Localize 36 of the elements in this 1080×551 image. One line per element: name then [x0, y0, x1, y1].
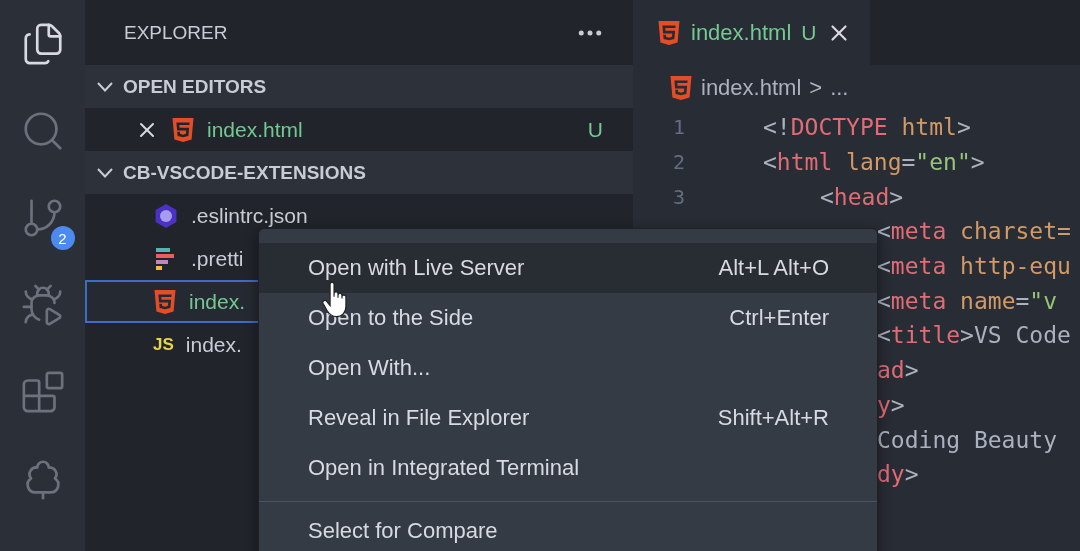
- code-line: y>: [877, 391, 905, 418]
- line-number: 1: [672, 115, 687, 140]
- file-name: .eslintrc.json: [191, 203, 308, 228]
- code-line: <!DOCTYPE html>: [763, 114, 971, 141]
- menu-shortcut: Ctrl+Enter: [729, 305, 829, 331]
- file-name: index.: [185, 332, 242, 357]
- code-line: <title>VS Code: [877, 322, 1071, 349]
- code-line: <meta charset=: [877, 218, 1071, 245]
- section-title: CB-VSCODE-EXTENSIONS: [123, 161, 366, 184]
- file-name: index.: [189, 289, 246, 314]
- menu-shortcut: Shift+Alt+R: [717, 405, 829, 431]
- line-number: 2: [672, 150, 687, 175]
- menu-label: Select for Compare: [308, 518, 498, 544]
- git-status: U: [801, 20, 817, 45]
- file-name: index.html: [207, 117, 303, 142]
- menu-shortcut: Alt+L Alt+O: [718, 255, 829, 281]
- menu-label: Open With...: [308, 355, 431, 381]
- code-line: <html lang="en">: [763, 149, 985, 176]
- code-line: Coding Beauty: [877, 426, 1057, 453]
- line-number: 3: [672, 184, 687, 209]
- code-line: <head>: [820, 183, 904, 210]
- panel-title: EXPLORER: [124, 21, 228, 44]
- menu-label: Open with Live Server: [308, 255, 525, 281]
- code-line: ad>: [877, 357, 919, 384]
- section-title: OPEN EDITORS: [123, 75, 267, 98]
- git-status: U: [587, 117, 603, 142]
- count-badge: 2: [50, 226, 75, 250]
- code-line: dy>: [877, 461, 919, 488]
- menu-label: Reveal in File Explorer: [308, 405, 530, 431]
- js-file-icon: JS: [153, 334, 174, 355]
- menu-label: Open in Integrated Terminal: [308, 455, 580, 481]
- tab-name: index.html: [691, 19, 792, 46]
- breadcrumb-separator: >: [809, 74, 823, 101]
- code-line: <meta http-equ: [877, 253, 1071, 280]
- file-name: .pretti: [191, 246, 244, 271]
- code-line: <meta name="v: [877, 287, 1058, 314]
